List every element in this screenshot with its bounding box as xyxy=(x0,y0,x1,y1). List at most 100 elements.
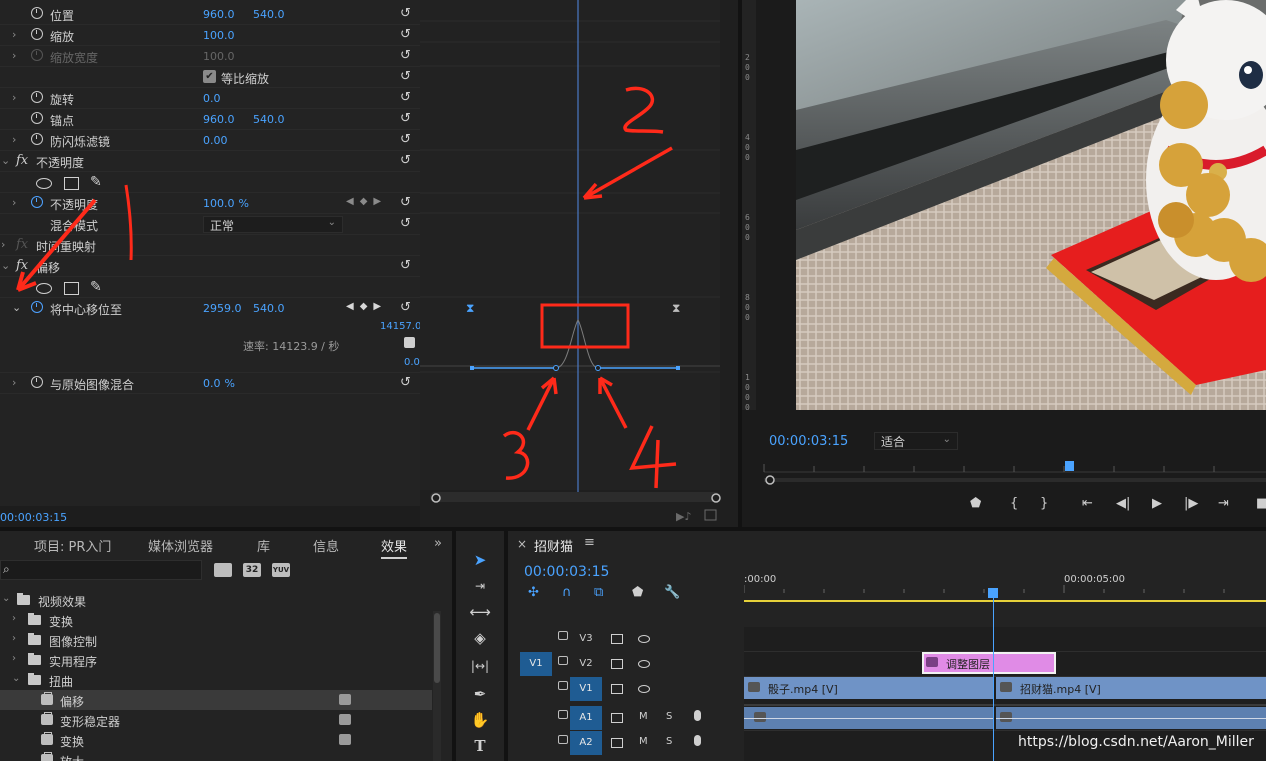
tree-item-magnify[interactable]: 放大 xyxy=(0,750,432,761)
track-name[interactable]: V2 xyxy=(570,652,602,676)
blend-mode-dropdown[interactable]: 正常 ⌄ xyxy=(203,216,343,233)
tab-info[interactable]: 信息 xyxy=(313,536,339,555)
stopwatch-icon[interactable] xyxy=(31,112,43,124)
hand-tool-icon[interactable]: ✋ xyxy=(468,709,492,731)
audio-clip-2[interactable] xyxy=(996,707,1266,729)
lift-icon[interactable]: ■ xyxy=(1256,496,1266,511)
reset-icon[interactable]: ↺ xyxy=(400,90,411,105)
eye-icon[interactable] xyxy=(638,685,650,693)
keyframe-graph-area[interactable]: ⧗ ⧗ ▶♪ xyxy=(420,0,738,528)
reset-icon[interactable]: ↺ xyxy=(400,111,411,126)
snap-icon[interactable]: ∩ xyxy=(562,585,572,600)
sync-lock-icon[interactable] xyxy=(611,659,623,669)
stopwatch-icon[interactable] xyxy=(31,376,43,388)
tree-item-utility[interactable]: › 实用程序 xyxy=(0,650,432,670)
tree-item-offset[interactable]: 偏移 xyxy=(0,690,432,710)
solo-button[interactable]: S xyxy=(666,736,672,747)
scrollbar[interactable] xyxy=(433,611,441,761)
stopwatch-icon[interactable] xyxy=(31,91,43,103)
tree-item-image-control[interactable]: › 图像控制 xyxy=(0,630,432,650)
video-preview[interactable] xyxy=(796,0,1266,410)
reset-icon[interactable]: ↺ xyxy=(400,69,411,84)
reset-icon[interactable]: ↺ xyxy=(400,216,411,231)
track-name[interactable]: V3 xyxy=(570,627,602,651)
reset-icon[interactable]: ↺ xyxy=(400,132,411,147)
audio-clip-1[interactable] xyxy=(744,707,994,729)
blend-original-value[interactable]: 0.0% xyxy=(203,377,235,390)
opacity-value[interactable]: 100.0% xyxy=(203,197,249,210)
program-timecode[interactable]: 00:00:03:15 xyxy=(769,434,848,449)
track-name[interactable]: A1 xyxy=(570,706,602,730)
play-icon[interactable]: ▶ xyxy=(1152,496,1162,511)
playhead[interactable] xyxy=(993,597,994,761)
pen-tool-icon[interactable]: ✒ xyxy=(468,683,492,705)
monitor-scrubber[interactable] xyxy=(742,460,1266,490)
add-marker-icon[interactable]: ⬟ xyxy=(632,585,643,600)
chevron-right-icon[interactable]: › xyxy=(12,653,16,664)
accelerated-effects-filter[interactable] xyxy=(214,563,232,577)
chevron-right-icon[interactable]: › xyxy=(12,376,16,389)
reset-icon[interactable]: ↺ xyxy=(400,195,411,210)
position-x-value[interactable]: 960.0 xyxy=(203,8,235,21)
fx-icon[interactable]: fx xyxy=(16,153,28,168)
chevron-right-icon[interactable]: › xyxy=(12,633,16,644)
microphone-icon[interactable] xyxy=(694,710,701,721)
tree-item-video-effects[interactable]: ⌄ 视频效果 xyxy=(0,590,432,610)
ec-timecode[interactable]: 00:00:03:15 xyxy=(0,511,67,524)
chevron-down-icon[interactable]: ⌄ xyxy=(2,593,10,604)
track-name[interactable]: V1 xyxy=(570,677,602,701)
nest-icon[interactable]: ✣ xyxy=(528,585,539,600)
rotation-value[interactable]: 0.0 xyxy=(203,92,221,105)
scale-value[interactable]: 100.0 xyxy=(203,29,235,42)
sync-lock-icon[interactable] xyxy=(611,684,623,694)
track-name[interactable]: A2 xyxy=(570,731,602,755)
type-tool-icon[interactable]: T xyxy=(468,735,492,757)
yuv-filter[interactable]: YUV xyxy=(272,563,290,577)
fit-dropdown[interactable]: 适合 ⌄ xyxy=(874,432,958,450)
mute-button[interactable]: M xyxy=(639,736,648,747)
go-to-in-icon[interactable]: ⇤ xyxy=(1082,496,1093,511)
lock-icon[interactable] xyxy=(558,681,568,690)
lock-icon[interactable] xyxy=(558,656,568,665)
sync-lock-icon[interactable] xyxy=(611,738,623,748)
tree-item-warp-stabilizer[interactable]: 变形稳定器 xyxy=(0,710,432,730)
sync-lock-icon[interactable] xyxy=(611,634,623,644)
time-ruler[interactable]: :00:00 00:00:05:00 xyxy=(744,561,1266,602)
sequence-menu-button[interactable]: ≡ xyxy=(584,535,595,550)
reset-icon[interactable]: ↺ xyxy=(400,153,411,168)
panel-overflow-button[interactable]: » xyxy=(434,536,442,551)
mark-in-icon[interactable]: { xyxy=(1010,496,1018,511)
anchor-x-value[interactable]: 960.0 xyxy=(203,113,235,126)
keyframe-nav[interactable]: ◀◆▶ xyxy=(346,301,387,312)
chevron-right-icon[interactable]: › xyxy=(12,613,16,624)
ripple-edit-tool-icon[interactable]: ⟷ xyxy=(468,601,492,623)
reset-icon[interactable]: ↺ xyxy=(400,27,411,42)
slip-tool-icon[interactable]: |↔| xyxy=(468,655,492,677)
reset-icon[interactable]: ↺ xyxy=(400,300,411,315)
solo-button[interactable]: S xyxy=(666,711,672,722)
shift-center-x-value[interactable]: 2959.0 xyxy=(203,302,242,315)
chevron-right-icon[interactable]: › xyxy=(12,91,16,104)
selection-tool-icon[interactable]: ➤ xyxy=(468,549,492,571)
chevron-right-icon[interactable]: › xyxy=(12,49,16,62)
32bit-filter[interactable]: 32 xyxy=(243,563,261,577)
keyframe-nav[interactable]: ◀◆▶ xyxy=(346,196,387,207)
lock-icon[interactable] xyxy=(558,735,568,744)
tree-item-distort[interactable]: ⌄ 扭曲 xyxy=(0,670,432,690)
chevron-down-icon[interactable]: ⌄ xyxy=(12,673,20,684)
anchor-y-value[interactable]: 540.0 xyxy=(253,113,285,126)
linked-selection-icon[interactable]: ⧉ xyxy=(594,585,603,600)
tab-media-browser[interactable]: 媒体浏览器 xyxy=(148,536,213,555)
sequence-tab[interactable]: 招财猫 xyxy=(534,536,573,555)
step-forward-icon[interactable]: |▶ xyxy=(1184,496,1198,511)
microphone-icon[interactable] xyxy=(694,735,701,746)
chevron-right-icon[interactable]: › xyxy=(12,28,16,41)
mark-out-icon[interactable]: } xyxy=(1040,496,1048,511)
effects-search-input[interactable]: ⌕ xyxy=(0,560,202,580)
razor-tool-icon[interactable]: ◈ xyxy=(468,627,492,649)
eye-icon[interactable] xyxy=(638,660,650,668)
reset-icon[interactable]: ↺ xyxy=(400,6,411,21)
chevron-down-icon[interactable]: ⌄ xyxy=(1,154,10,167)
shift-center-y-value[interactable]: 540.0 xyxy=(253,302,285,315)
tab-project[interactable]: 项目: PR入门 xyxy=(34,536,111,555)
